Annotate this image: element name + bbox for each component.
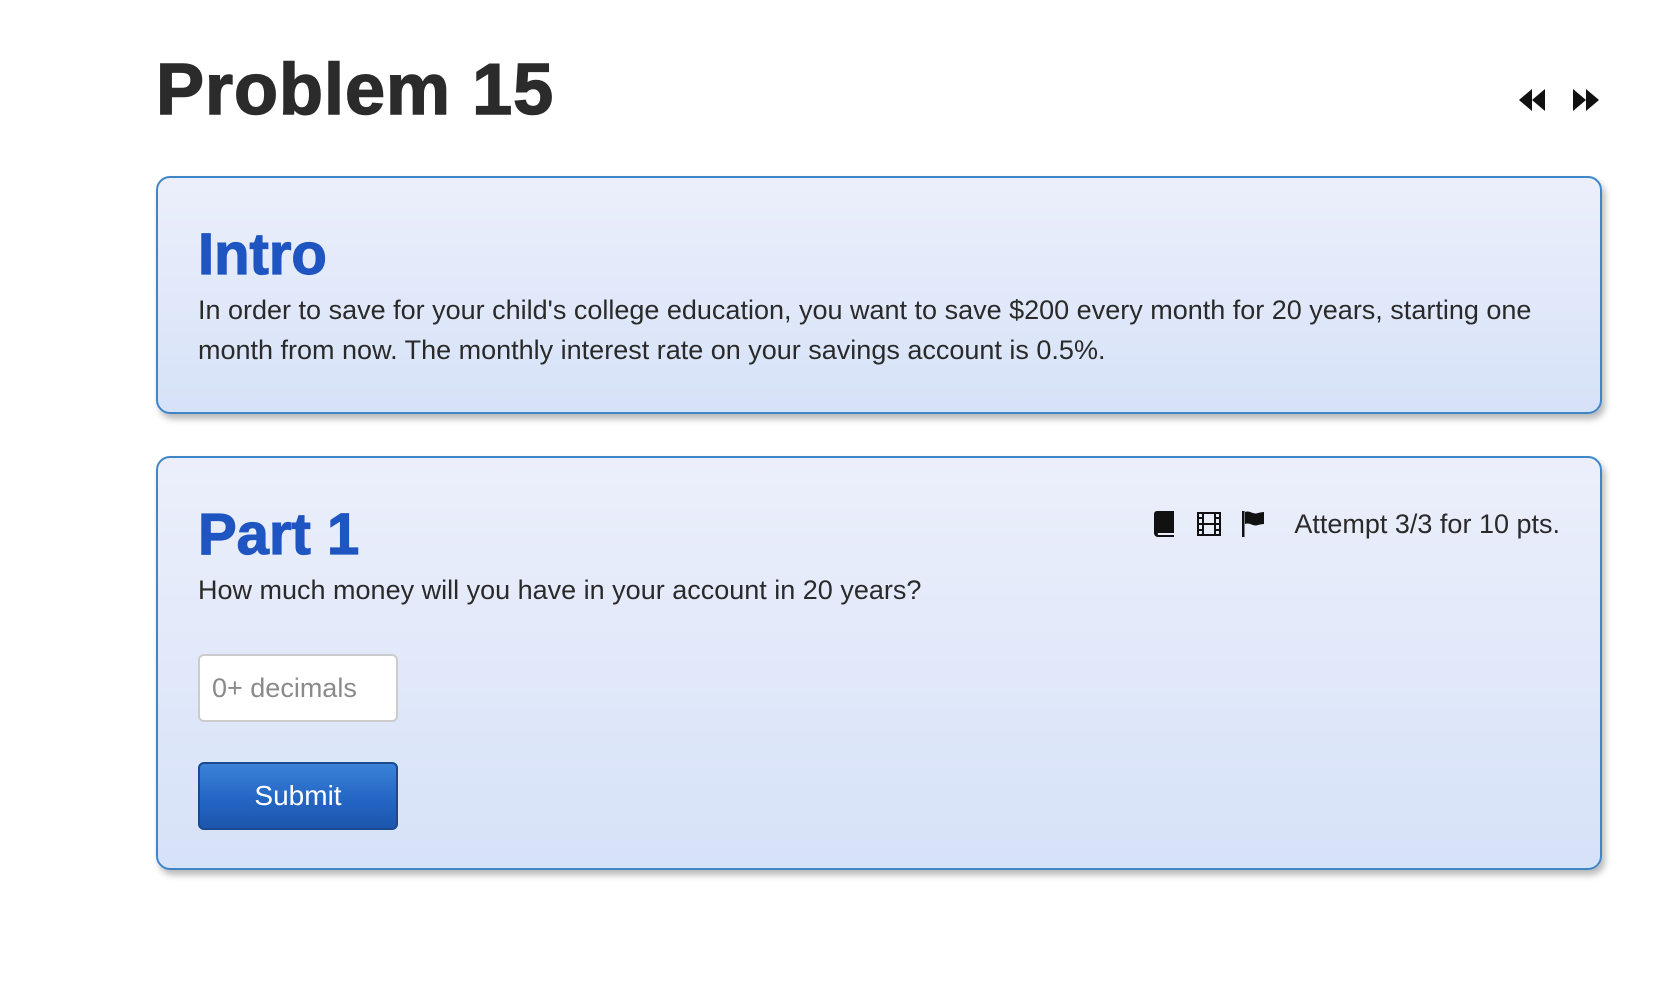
- rewind-icon: [1519, 89, 1545, 111]
- video-button[interactable]: [1194, 509, 1224, 539]
- intro-text: In order to save for your child's colleg…: [198, 295, 1532, 365]
- intro-title: Intro: [197, 221, 327, 287]
- problem-header: Problem 15: [155, 0, 1602, 176]
- submit-button[interactable]: Submit: [198, 762, 398, 830]
- attempt-counter: Attempt 3/3 for 10 pts.: [1294, 508, 1560, 539]
- film-icon: [1197, 512, 1222, 536]
- problem-navigation: [1516, 86, 1602, 114]
- problem-page: Problem 15 Intro In order to save for yo…: [155, 0, 1602, 870]
- textbook-button[interactable]: [1150, 509, 1180, 539]
- book-icon: [1154, 511, 1175, 537]
- part-1-card: Part 1 Attempt 3/3 for 10 pts. How much …: [156, 456, 1602, 870]
- previous-problem-button[interactable]: [1516, 86, 1548, 114]
- answer-input[interactable]: [198, 654, 398, 722]
- flag-icon: [1242, 511, 1265, 537]
- part-1-question: How much money will you have in your acc…: [198, 575, 922, 605]
- next-problem-button[interactable]: [1570, 86, 1602, 114]
- page-title: Problem 15: [155, 49, 555, 131]
- fast-forward-icon: [1573, 89, 1599, 111]
- intro-card: Intro In order to save for your child's …: [156, 176, 1602, 414]
- part-1-toolbar: Attempt 3/3 for 10 pts.: [1150, 504, 1560, 544]
- report-button[interactable]: [1238, 509, 1268, 539]
